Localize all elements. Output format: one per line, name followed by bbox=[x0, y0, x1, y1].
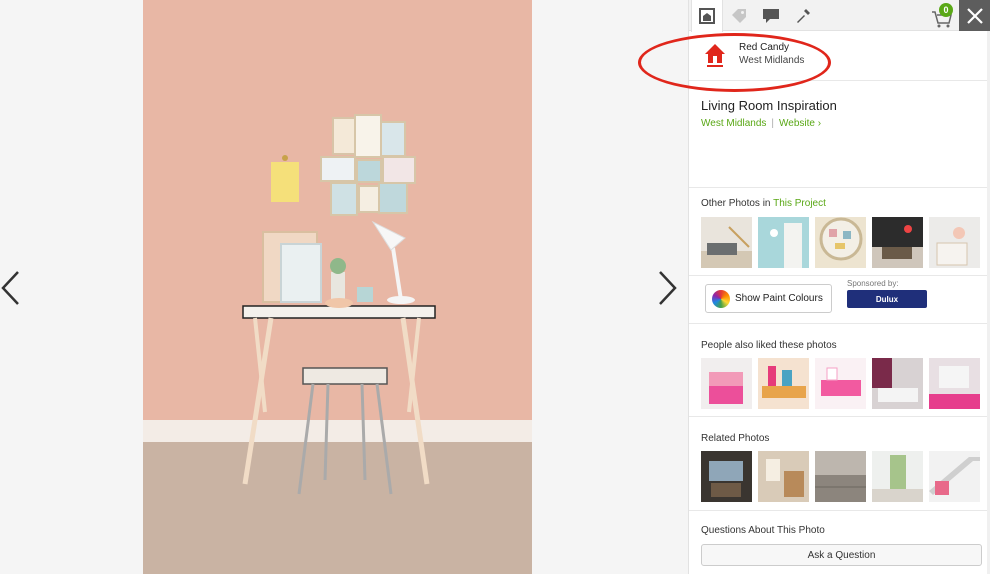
questions-label: Questions About This Photo bbox=[701, 525, 825, 536]
other-photos-prefix: Other Photos in bbox=[701, 198, 774, 209]
thumbnail[interactable] bbox=[701, 451, 752, 502]
side-panel: 0 Red Candy West Midlands Living Room In… bbox=[688, 0, 990, 574]
tab-colour-picker[interactable] bbox=[787, 0, 819, 31]
related-photos-strip bbox=[701, 451, 980, 502]
dropper-icon bbox=[797, 8, 810, 23]
close-icon bbox=[967, 7, 983, 24]
main-photo bbox=[143, 0, 532, 574]
thumbnail[interactable] bbox=[758, 451, 809, 502]
thumbnail[interactable] bbox=[815, 451, 866, 502]
thumbnail[interactable] bbox=[929, 358, 980, 409]
previous-photo-button[interactable] bbox=[0, 266, 30, 310]
thumbnail[interactable] bbox=[701, 217, 752, 268]
room-photo-illustration bbox=[143, 0, 532, 574]
show-paint-colours-button[interactable]: Show Paint Colours bbox=[705, 284, 832, 313]
colour-wheel-icon bbox=[712, 289, 730, 308]
divider bbox=[689, 323, 990, 324]
other-photos-strip bbox=[701, 217, 980, 268]
thumbnail[interactable] bbox=[872, 358, 923, 409]
thumbnail[interactable] bbox=[701, 358, 752, 409]
tab-comments[interactable] bbox=[755, 0, 787, 31]
professional-card[interactable]: Red Candy West Midlands bbox=[689, 31, 990, 81]
thumbnail[interactable] bbox=[929, 217, 980, 268]
dulux-logo[interactable]: Dulux bbox=[847, 290, 927, 308]
other-photos-label: Other Photos in This Project bbox=[701, 198, 826, 209]
thumbnail[interactable] bbox=[758, 358, 809, 409]
divider bbox=[689, 187, 990, 188]
comment-icon bbox=[763, 8, 779, 23]
project-links: West Midlands | Website › bbox=[701, 118, 821, 129]
close-button[interactable] bbox=[959, 0, 990, 31]
divider bbox=[689, 416, 990, 417]
chevron-right-icon bbox=[659, 271, 677, 305]
thumbnail[interactable] bbox=[872, 451, 923, 502]
pro-name[interactable]: Red Candy bbox=[739, 42, 789, 53]
link-separator: | bbox=[771, 118, 775, 129]
chevron-left-icon bbox=[1, 271, 19, 305]
thumbnail[interactable] bbox=[758, 217, 809, 268]
project-title: Living Room Inspiration bbox=[701, 98, 837, 113]
cart-button[interactable]: 0 bbox=[929, 3, 955, 29]
paint-button-label: Show Paint Colours bbox=[735, 293, 823, 304]
thumbnail[interactable] bbox=[815, 358, 866, 409]
pro-location: West Midlands bbox=[739, 55, 805, 66]
location-link[interactable]: West Midlands bbox=[701, 118, 766, 129]
divider bbox=[689, 510, 990, 511]
tab-tags[interactable] bbox=[723, 0, 755, 31]
ask-a-question-button[interactable]: Ask a Question bbox=[701, 544, 982, 566]
divider bbox=[689, 275, 990, 276]
panel-tab-bar: 0 bbox=[689, 0, 990, 32]
houzz-icon bbox=[699, 8, 715, 24]
photo-viewer bbox=[0, 0, 688, 574]
tab-houzz[interactable] bbox=[691, 0, 723, 32]
thumbnail[interactable] bbox=[815, 217, 866, 268]
thumbnail[interactable] bbox=[929, 451, 980, 502]
next-photo-button[interactable] bbox=[650, 266, 680, 310]
sponsored-label: Sponsored by: bbox=[847, 279, 899, 288]
thumbnail[interactable] bbox=[872, 217, 923, 268]
this-project-link[interactable]: This Project bbox=[773, 198, 826, 209]
related-photos-label: Related Photos bbox=[701, 433, 770, 444]
cart-count-badge: 0 bbox=[939, 3, 953, 17]
website-link[interactable]: Website › bbox=[779, 118, 821, 129]
tag-icon bbox=[732, 8, 746, 23]
people-liked-label: People also liked these photos bbox=[701, 340, 837, 351]
red-candy-logo bbox=[703, 41, 727, 69]
people-liked-strip bbox=[701, 358, 980, 409]
